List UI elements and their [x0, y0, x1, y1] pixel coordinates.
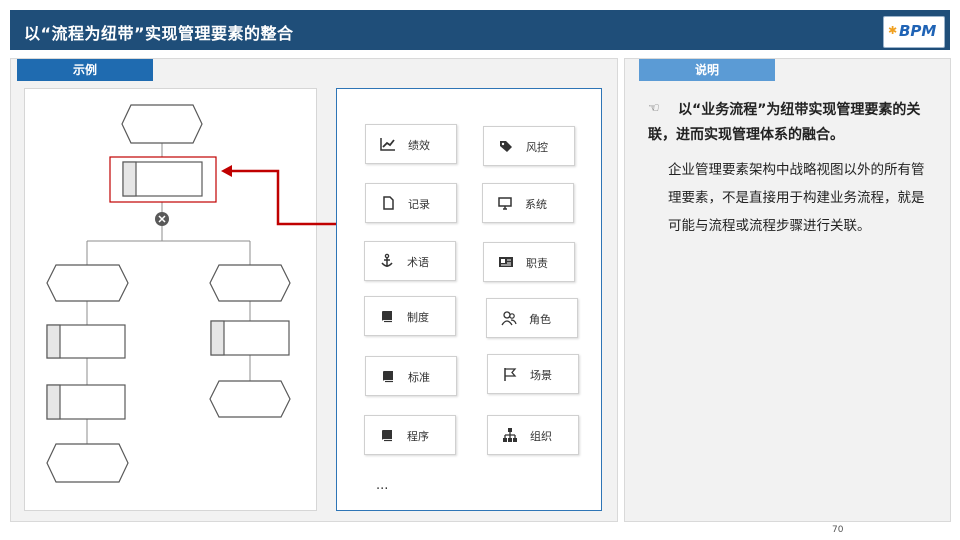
monitor-icon — [498, 197, 512, 210]
event-shape — [121, 104, 203, 144]
id-card-icon — [499, 257, 513, 267]
association-arrowhead — [221, 165, 232, 177]
element-card-scenario: 场景 — [487, 354, 579, 394]
element-card-organization: 组织 — [487, 415, 579, 455]
element-card-risk-control: 风控 — [483, 126, 575, 166]
book-icon — [382, 430, 392, 442]
element-card-procedure: 程序 — [364, 415, 456, 455]
element-label: 角色 — [529, 313, 551, 326]
function-shape-tab — [210, 320, 225, 356]
function-shape-tab — [122, 161, 137, 197]
org-chart-icon — [503, 428, 517, 442]
element-label: 职责 — [526, 257, 548, 270]
tag-icon — [500, 141, 512, 152]
anchor-icon — [381, 253, 393, 267]
page-number: 70 — [832, 525, 844, 535]
event-shape — [209, 380, 291, 418]
association-arrow — [231, 169, 336, 226]
element-label: 组织 — [530, 430, 552, 443]
element-card-role: 角色 — [486, 298, 578, 338]
element-label: 记录 — [408, 198, 430, 211]
element-label: 风控 — [526, 141, 548, 154]
document-icon — [383, 196, 394, 210]
function-shape-tab — [46, 324, 61, 359]
book-icon — [382, 311, 392, 323]
flag-icon — [504, 368, 517, 381]
description-body: 企业管理要素架构中战略视图以外的所有管理要素，不是直接用于构建业务流程，就是可能… — [668, 162, 925, 234]
event-shape — [46, 443, 129, 483]
chart-line-icon — [380, 138, 395, 151]
element-card-record: 记录 — [365, 183, 457, 223]
element-card-standard: 标准 — [365, 356, 457, 396]
description-heading: 以“业务流程”为纽带实现管理要素的关联，进而实现管理体系的融合。 — [648, 102, 921, 143]
element-card-system: 系统 — [482, 183, 574, 223]
element-label: 标准 — [408, 371, 430, 384]
users-icon — [501, 311, 517, 326]
book-icon — [383, 371, 393, 383]
more-elements-ellipsis: ... — [376, 478, 389, 493]
element-label: 系统 — [525, 198, 547, 211]
element-card-terminology: 术语 — [364, 241, 456, 281]
function-shape-tab — [46, 384, 61, 420]
element-label: 绩效 — [408, 139, 430, 152]
element-card-performance: 绩效 — [365, 124, 457, 164]
event-shape — [209, 264, 291, 302]
event-shape — [46, 264, 129, 302]
element-label: 术语 — [407, 256, 429, 269]
element-card-responsibility: 职责 — [483, 242, 575, 282]
element-card-policy: 制度 — [364, 296, 456, 336]
element-label: 程序 — [407, 430, 429, 443]
element-label: 制度 — [407, 311, 429, 324]
element-label: 场景 — [530, 369, 552, 382]
